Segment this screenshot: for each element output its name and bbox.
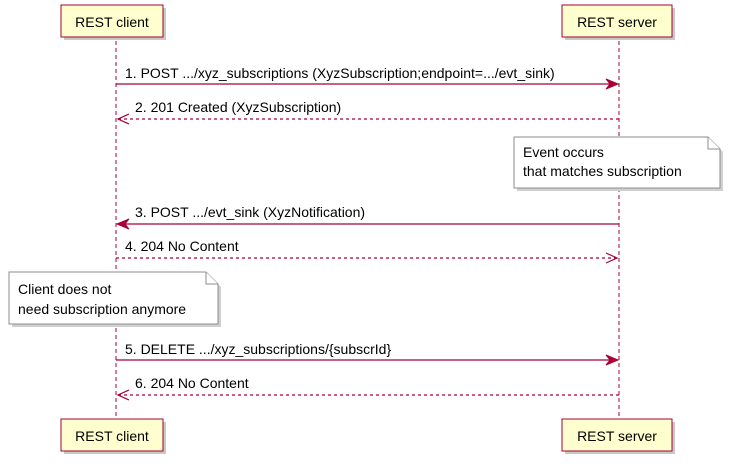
- message-1: 1. POST .../xyz_subscriptions (XyzSubscr…: [116, 65, 620, 90]
- message-1-label: 1. POST .../xyz_subscriptions (XyzSubscr…: [125, 65, 555, 81]
- sequence-diagram-canvas: REST client REST server REST client REST…: [8, 4, 723, 454]
- server-box-top-label: REST server: [577, 14, 657, 30]
- server-box-top: REST server: [561, 4, 675, 40]
- message-5: 5. DELETE .../xyz_subscriptions/{subscrI…: [116, 341, 620, 366]
- client-note: Client does not need subscription anymor…: [8, 271, 221, 327]
- server-box-bottom-label: REST server: [577, 428, 657, 444]
- message-2: 2. 201 Created (XyzSubscription): [116, 99, 619, 125]
- message-6: 6. 204 No Content: [116, 375, 619, 401]
- message-4-label: 4. 204 No Content: [125, 238, 239, 254]
- server-note-line1: Event occurs: [523, 144, 604, 160]
- message-2-label: 2. 201 Created (XyzSubscription): [135, 99, 341, 115]
- client-note-line1: Client does not: [18, 281, 112, 297]
- server-box-bottom: REST server: [561, 418, 675, 454]
- message-3: 3. POST .../evt_sink (XyzNotification): [115, 204, 619, 230]
- sequence-diagram: REST client REST server REST client REST…: [0, 0, 730, 465]
- message-4: 4. 204 No Content: [116, 238, 619, 264]
- message-6-label: 6. 204 No Content: [135, 375, 249, 391]
- client-box-bottom: REST client: [60, 418, 166, 454]
- message-5-label: 5. DELETE .../xyz_subscriptions/{subscrI…: [125, 341, 391, 357]
- client-box-bottom-label: REST client: [75, 428, 149, 444]
- client-note-line2: need subscription anymore: [18, 301, 186, 317]
- client-box-top-label: REST client: [75, 14, 149, 30]
- server-note: Event occurs that matches subscription: [513, 136, 723, 191]
- server-note-line2: that matches subscription: [523, 163, 682, 179]
- client-box-top: REST client: [60, 4, 166, 40]
- message-3-label: 3. POST .../evt_sink (XyzNotification): [135, 204, 365, 220]
